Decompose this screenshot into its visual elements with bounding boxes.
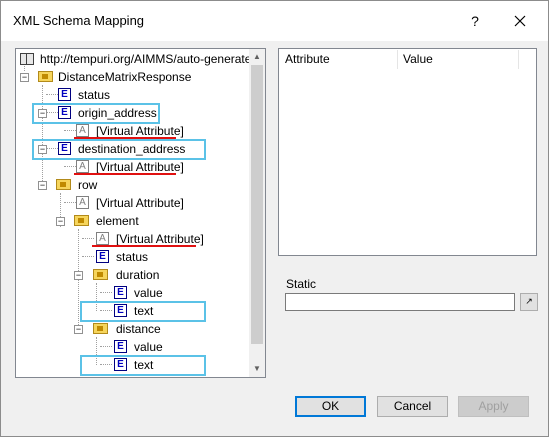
cancel-button[interactable]: Cancel (377, 396, 448, 417)
highlight-distance-text (80, 355, 206, 376)
schema-book-icon (20, 53, 34, 65)
tree-item-status[interactable]: E status (16, 248, 246, 266)
column-header-filler (519, 50, 535, 69)
element-icon: E (96, 250, 109, 263)
scroll-up-icon[interactable]: ▲ (249, 49, 265, 65)
collapse-icon[interactable]: − (20, 73, 29, 82)
tree-item-label: [Virtual Attribute] (96, 196, 184, 210)
static-edit-button[interactable]: ↗ (520, 293, 538, 311)
underline-element-attribute (92, 245, 196, 247)
attribute-icon: A (76, 196, 89, 209)
folder-icon (38, 71, 53, 82)
folder-icon (93, 323, 108, 334)
scroll-down-icon[interactable]: ▼ (249, 361, 265, 377)
underline-origin-attribute (74, 137, 176, 139)
tree-item-label: duration (116, 268, 160, 282)
element-icon: E (114, 340, 127, 353)
title-bar: XML Schema Mapping ? (1, 1, 548, 41)
tree-item-value[interactable]: E value (16, 338, 246, 356)
column-header-value[interactable]: Value (398, 50, 519, 69)
window-title: XML Schema Mapping (13, 13, 145, 28)
column-header-attribute[interactable]: Attribute (280, 50, 398, 69)
tree-item-label: element (96, 214, 139, 228)
apply-button[interactable]: Apply (458, 396, 529, 417)
static-label: Static (286, 277, 317, 291)
folder-icon (93, 269, 108, 280)
tree-item-distancematrixresponse[interactable]: − DistanceMatrixResponse (16, 68, 246, 86)
folder-icon (56, 179, 71, 190)
tree-item-label: status (116, 250, 149, 264)
tree-item-duration[interactable]: − duration (16, 266, 246, 284)
collapse-icon[interactable]: − (74, 325, 83, 334)
tree-root-label: http://tempuri.org/AIMMS/auto-generated-… (40, 52, 266, 66)
tree-item-element[interactable]: − element (16, 212, 246, 230)
tree-item-distance[interactable]: − distance (16, 320, 246, 338)
attribute-icon: A (76, 160, 89, 173)
tree-root[interactable]: http://tempuri.org/AIMMS/auto-generated-… (18, 50, 265, 68)
schema-tree[interactable]: http://tempuri.org/AIMMS/auto-generated-… (15, 48, 266, 378)
close-icon (514, 15, 526, 27)
tree-item-label: DistanceMatrixResponse (58, 70, 192, 84)
highlight-destination-address (32, 139, 206, 160)
collapse-icon[interactable]: − (74, 271, 83, 280)
collapse-icon[interactable]: − (56, 217, 65, 226)
highlight-origin-address (32, 103, 160, 124)
tree-item-value[interactable]: E value (16, 284, 246, 302)
tree-scrollbar[interactable]: ▲ ▼ (249, 49, 265, 377)
folder-icon (74, 215, 89, 226)
collapse-icon[interactable]: − (38, 181, 47, 190)
attribute-table[interactable]: Attribute Value (278, 48, 537, 256)
underline-destination-attribute (74, 173, 176, 175)
highlight-duration-text (80, 301, 206, 322)
attribute-icon: A (96, 232, 109, 245)
tree-item-label: row (78, 178, 98, 192)
close-button[interactable] (506, 9, 534, 33)
element-icon: E (114, 286, 127, 299)
tree-item-label: status (78, 88, 111, 102)
tree-item-label: distance (116, 322, 161, 336)
xml-schema-mapping-dialog: XML Schema Mapping ? http://tempuri.org/… (0, 0, 549, 437)
tree-item-virtual-attribute[interactable]: A [Virtual Attribute] (16, 194, 246, 212)
element-icon: E (58, 88, 71, 101)
tree-item-status[interactable]: E status (16, 86, 246, 104)
tree-item-label: value (134, 286, 163, 300)
static-input[interactable] (285, 293, 515, 311)
ok-button[interactable]: OK (295, 396, 366, 417)
scroll-thumb[interactable] (251, 65, 263, 344)
edit-icon: ↗ (525, 296, 533, 306)
help-button[interactable]: ? (463, 9, 487, 33)
tree-item-label: value (134, 340, 163, 354)
attribute-icon: A (76, 124, 89, 137)
tree-item-row[interactable]: − row (16, 176, 246, 194)
